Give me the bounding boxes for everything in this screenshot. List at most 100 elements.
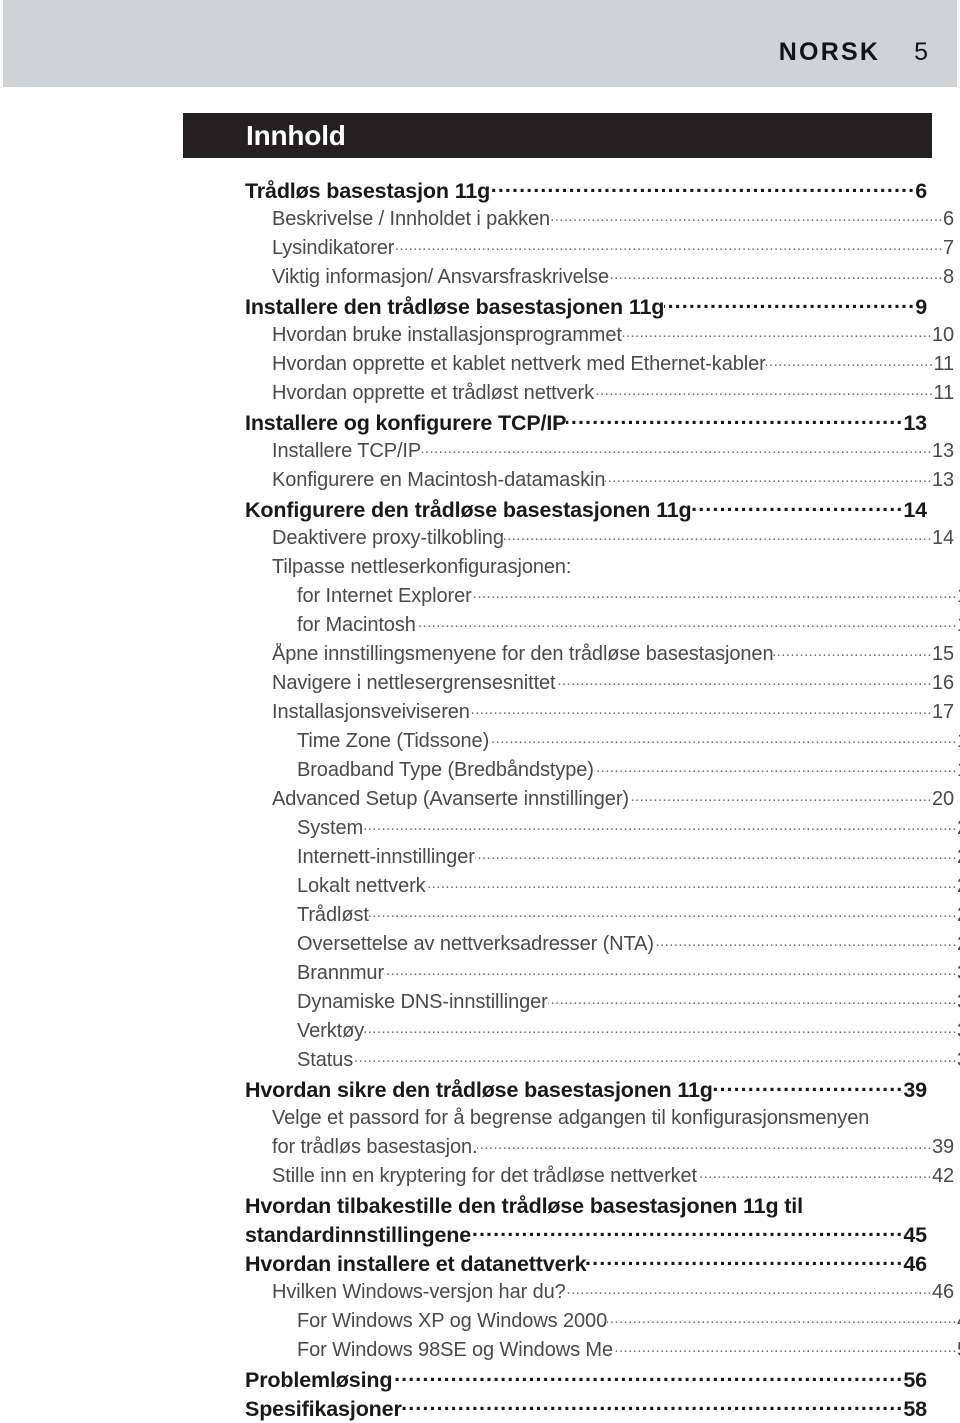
toc-leader-dots	[471, 1220, 903, 1242]
toc-entry[interactable]: for trådløs basestasjon. 39	[272, 1133, 954, 1162]
toc-leader-dots	[692, 495, 904, 517]
toc-leader-dots	[654, 930, 957, 950]
toc-leader-dots	[364, 1017, 957, 1037]
toc-entry[interactable]: Time Zone (Tidssone)17	[297, 727, 960, 756]
toc-entry-label: Status	[297, 1049, 354, 1071]
toc-entry-page-number: 15	[931, 643, 954, 665]
toc-entry-page-number: 10	[931, 324, 954, 346]
toc-entry-page-number: 14	[931, 527, 954, 549]
toc-entry[interactable]: Hvordan installere et datanettverk 46	[245, 1249, 927, 1278]
toc-entry[interactable]: for Macintosh15	[297, 611, 960, 640]
toc-entry-label: Oversettelse av nettverksadresser (NTA)	[297, 933, 654, 955]
toc-entry-label: Brannmur	[297, 962, 385, 984]
toc-entry-label: Deaktivere proxy-tilkobling	[272, 527, 504, 549]
toc-entry[interactable]: For Windows 98SE og Windows Me52	[297, 1336, 960, 1365]
toc-entry[interactable]: standardinnstillingene 45	[245, 1220, 927, 1249]
toc-leader-dots	[869, 1104, 954, 1124]
toc-leader-dots	[594, 756, 957, 776]
toc-entry[interactable]: Viktig informasjon/ Ansvarsfraskrivelse 8	[272, 263, 954, 292]
toc-entry-page-number: 7	[942, 237, 954, 259]
toc-entry[interactable]: Tilpasse nettleserkonfigurasjonen:	[272, 553, 954, 582]
toc-entry[interactable]: Deaktivere proxy-tilkobling 14	[272, 524, 954, 553]
toc-entry-label: Hvordan tilbakestille den trådløse bases…	[245, 1193, 803, 1218]
toc-leader-dots	[605, 466, 932, 486]
toc-entry[interactable]: Åpne innstillingsmenyene for den trådløs…	[272, 640, 954, 669]
toc-entry-page-number: 45	[903, 1222, 927, 1247]
toc-entry[interactable]: Lokalt nettverk25	[297, 872, 960, 901]
toc-leader-dots	[550, 205, 943, 225]
toc-entry-label: Viktig informasjon/ Ansvarsfraskrivelse	[272, 266, 609, 288]
toc-entry[interactable]: Installere TCP/IP 13	[272, 437, 954, 466]
toc-leader-dots	[363, 814, 957, 834]
section-title-bar: Innhold	[183, 113, 932, 158]
toc-entry[interactable]: Installasjonsveiviseren 17	[272, 698, 954, 727]
toc-entry[interactable]: Hvordan opprette et trådløst nettverk 11	[272, 379, 954, 408]
toc-entry[interactable]: Advanced Setup (Avanserte innstillinger)…	[272, 785, 954, 814]
toc-entry[interactable]: Broadband Type (Bredbåndstype)17	[297, 756, 960, 785]
toc-entry[interactable]: System21	[297, 814, 960, 843]
toc-entry-label: Konfigurere den trådløse basestasjonen 1…	[245, 497, 692, 522]
toc-entry[interactable]: Hvordan sikre den trådløse basestasjonen…	[245, 1075, 927, 1104]
toc-entry-page-number: 13	[931, 469, 954, 491]
toc-entry-label: Time Zone (Tidssone)	[297, 730, 490, 752]
toc-entry[interactable]: Dynamiske DNS-innstillinger35	[297, 988, 960, 1017]
toc-entry[interactable]: Konfigurere en Macintosh-datamaskin 13	[272, 466, 954, 495]
toc-leader-dots	[504, 524, 932, 544]
toc-leader-dots	[609, 263, 943, 283]
toc-entry-label: Hvilken Windows-versjon har du?	[272, 1281, 566, 1303]
toc-entry-label: Installere den trådløse basestasjonen 11…	[245, 294, 665, 319]
toc-entry-label: Velge et passord for å begrense adgangen…	[272, 1107, 870, 1129]
toc-entry[interactable]: Hvordan tilbakestille den trådløse bases…	[245, 1191, 927, 1220]
toc-entry[interactable]: Brannmur30	[297, 959, 960, 988]
toc-entry-page-number: 13	[903, 410, 927, 435]
toc-entry[interactable]: Lysindikatorer 7	[272, 234, 954, 263]
toc-entry-label: Tilpasse nettleserkonfigurasjonen:	[272, 556, 572, 578]
toc-leader-dots	[416, 611, 957, 631]
toc-entry-label: standardinnstillingene	[245, 1222, 472, 1247]
toc-entry-label: Internett-innstillinger	[297, 846, 475, 868]
toc-leader-dots	[697, 1162, 932, 1182]
toc-entry[interactable]: Velge et passord for å begrense adgangen…	[272, 1104, 954, 1133]
toc-entry[interactable]: Beskrivelse / Innholdet i pakken 6	[272, 205, 954, 234]
toc-leader-dots	[477, 1133, 931, 1153]
toc-leader-dots	[566, 1278, 932, 1298]
toc-leader-dots	[426, 872, 957, 892]
toc-leader-dots	[402, 1394, 904, 1416]
toc-entry[interactable]: Hvilken Windows-versjon har du? 46	[272, 1278, 954, 1307]
toc-entry[interactable]: Installere den trådløse basestasjonen 11…	[245, 292, 927, 321]
toc-entry[interactable]: Spesifikasjoner 58	[245, 1394, 927, 1423]
toc-entry[interactable]: Problemløsing 56	[245, 1365, 927, 1394]
toc-entry-page-number: 11	[933, 382, 954, 404]
toc-entry[interactable]: Internett-innstillinger22	[297, 843, 960, 872]
toc-entry[interactable]: Hvordan bruke installasjonsprogrammet 10	[272, 321, 954, 350]
toc-leader-dots	[556, 669, 932, 689]
toc-entry[interactable]: Verktøy36	[297, 1017, 960, 1046]
toc-entry-page-number: 58	[903, 1396, 927, 1421]
toc-entry[interactable]: Oversettelse av nettverksadresser (NTA)2…	[297, 930, 960, 959]
toc-entry-label: Spesifikasjoner	[245, 1396, 402, 1421]
toc-entry[interactable]: For Windows XP og Windows 200046	[297, 1307, 960, 1336]
toc-entry-label: Stille inn en kryptering for det trådløs…	[272, 1165, 698, 1187]
toc-entry[interactable]: Konfigurere den trådløse basestasjonen 1…	[245, 495, 927, 524]
toc-entry[interactable]: Hvordan opprette et kablet nettverk med …	[272, 350, 954, 379]
toc-entry[interactable]: Installere og konfigurere TCP/IP 13	[245, 408, 927, 437]
toc-entry[interactable]: for Internet Explorer14	[297, 582, 960, 611]
toc-entry-page-number: 6	[915, 178, 927, 203]
toc-entry[interactable]: Trådløst26	[297, 901, 960, 930]
toc-leader-dots	[470, 698, 932, 718]
toc-leader-dots	[384, 959, 957, 979]
toc-entry-label: Lokalt nettverk	[297, 875, 426, 897]
toc-entry[interactable]: Status38	[297, 1046, 960, 1075]
toc-entry[interactable]: Trådløs basestasjon 11g 6	[245, 176, 927, 205]
toc-leader-dots	[613, 1336, 957, 1356]
toc-leader-dots	[472, 582, 957, 602]
toc-entry[interactable]: Stille inn en kryptering for det trådløs…	[272, 1162, 954, 1191]
toc-entry[interactable]: Navigere i nettlesergrensesnittet 16	[272, 669, 954, 698]
toc-entry-label: Konfigurere en Macintosh-datamaskin	[272, 469, 606, 491]
toc-leader-dots	[629, 785, 932, 805]
toc-leader-dots	[392, 1365, 903, 1387]
toc-entry-label: Advanced Setup (Avanserte innstillinger)	[272, 788, 629, 810]
toc-leader-dots	[622, 321, 932, 341]
toc-entry-label: for trådløs basestasjon.	[272, 1136, 478, 1158]
toc-entry-label: Beskrivelse / Innholdet i pakken	[272, 208, 551, 230]
